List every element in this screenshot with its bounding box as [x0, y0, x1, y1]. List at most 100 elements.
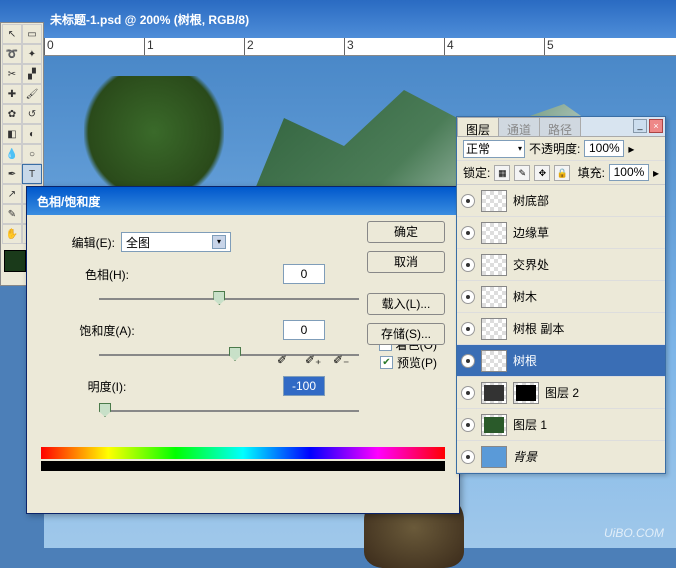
crop-tool-icon[interactable]: ✂ [2, 64, 22, 84]
path-tool-icon[interactable]: ↗ [2, 184, 22, 204]
slice-tool-icon[interactable]: ▞ [22, 64, 42, 84]
saturation-slider-thumb[interactable] [229, 347, 241, 361]
panel-tabs: 图层 通道 路径 _ × [457, 117, 665, 137]
hue-slider-thumb[interactable] [213, 291, 225, 305]
layer-row-background[interactable]: 背景 [457, 441, 665, 473]
lock-all-icon[interactable]: 🔒 [554, 165, 570, 181]
fill-flyout-icon[interactable]: ▸ [653, 166, 659, 180]
hue-spectrum-bar [41, 447, 445, 459]
hue-input[interactable] [283, 264, 325, 284]
lock-pixels-icon[interactable]: ✎ [514, 165, 530, 181]
tab-paths[interactable]: 路径 [539, 117, 581, 136]
blend-mode-select[interactable]: 正常 ▾ [463, 140, 525, 158]
visibility-eye-icon[interactable] [461, 386, 475, 400]
type-tool-icon[interactable]: T [22, 164, 42, 184]
tab-channels[interactable]: 通道 [498, 117, 540, 136]
visibility-eye-icon[interactable] [461, 290, 475, 304]
dropdown-arrow-icon: ▾ [212, 235, 226, 249]
foreground-color-swatch[interactable] [4, 250, 26, 272]
blur-tool-icon[interactable]: 💧 [2, 144, 22, 164]
eyedropper-subtract-icon[interactable]: ✐₋ [333, 353, 349, 369]
eyedropper-add-icon[interactable]: ✐₊ [305, 353, 321, 369]
preview-label: 预览(P) [397, 354, 437, 371]
lightness-slider-thumb[interactable] [99, 403, 111, 417]
heal-tool-icon[interactable]: ✚ [2, 84, 22, 104]
pen-tool-icon[interactable]: ✒ [2, 164, 22, 184]
panel-minimize-icon[interactable]: _ [633, 119, 647, 133]
layer-row[interactable]: 树木 [457, 281, 665, 313]
visibility-eye-icon[interactable] [461, 322, 475, 336]
cancel-button[interactable]: 取消 [367, 251, 445, 273]
lasso-tool-icon[interactable]: ➰ [2, 44, 22, 64]
visibility-eye-icon[interactable] [461, 354, 475, 368]
lock-position-icon[interactable]: ✥ [534, 165, 550, 181]
tab-layers[interactable]: 图层 [457, 117, 499, 136]
load-button[interactable]: 载入(L)... [367, 293, 445, 315]
fill-input[interactable]: 100% [609, 164, 649, 181]
gradient-tool-icon[interactable]: ◐ [22, 124, 42, 144]
opacity-label: 不透明度: [529, 140, 580, 157]
hue-label: 色相(H): [39, 266, 175, 283]
saturation-input[interactable] [283, 320, 325, 340]
visibility-eye-icon[interactable] [461, 226, 475, 240]
visibility-eye-icon[interactable] [461, 194, 475, 208]
marquee-tool-icon[interactable]: ▭ [22, 24, 42, 44]
watermark: UiBO.COM [604, 526, 664, 540]
layer-thumbnail[interactable] [481, 222, 507, 244]
ok-button[interactable]: 确定 [367, 221, 445, 243]
ruler-mark: 1 [144, 38, 244, 55]
visibility-eye-icon[interactable] [461, 450, 475, 464]
save-button[interactable]: 存储(S)... [367, 323, 445, 345]
ruler-mark: 4 [444, 38, 544, 55]
panel-close-icon[interactable]: × [649, 119, 663, 133]
lightness-label: 明度(I): [39, 378, 175, 395]
layer-name: 树根 副本 [513, 320, 661, 337]
opacity-flyout-icon[interactable]: ▸ [628, 142, 634, 156]
layer-thumbnail[interactable] [481, 254, 507, 276]
edit-select[interactable]: 全图 ▾ [121, 232, 231, 252]
layer-thumbnail[interactable] [481, 446, 507, 468]
layers-panel: 图层 通道 路径 _ × 正常 ▾ 不透明度: 100% ▸ 锁定: ▦ ✎ ✥… [456, 116, 666, 474]
history-brush-icon[interactable]: ↺ [22, 104, 42, 124]
layer-thumbnail[interactable] [481, 382, 507, 404]
move-tool-icon[interactable]: ↖ [2, 24, 22, 44]
ruler-mark: 5 [544, 38, 644, 55]
wand-tool-icon[interactable]: ✦ [22, 44, 42, 64]
brush-tool-icon[interactable]: 🖌 [22, 84, 42, 104]
opacity-input[interactable]: 100% [584, 140, 624, 157]
layer-row[interactable]: 图层 1 [457, 409, 665, 441]
layer-name: 背景 [513, 448, 661, 465]
visibility-eye-icon[interactable] [461, 418, 475, 432]
layer-name: 边缘草 [513, 224, 661, 241]
layer-row[interactable]: 图层 2 [457, 377, 665, 409]
preview-checkbox[interactable]: ✔ [380, 356, 393, 369]
layer-thumbnail[interactable] [481, 318, 507, 340]
notes-tool-icon[interactable]: ✎ [2, 204, 22, 224]
layer-row[interactable]: 边缘草 [457, 217, 665, 249]
dodge-tool-icon[interactable]: ○ [22, 144, 42, 164]
layer-name: 交界处 [513, 256, 661, 273]
lightness-slider[interactable] [99, 403, 359, 419]
eyedropper-group: ✐ ✐₊ ✐₋ [277, 353, 349, 369]
ruler-mark: 3 [344, 38, 444, 55]
layer-thumbnail[interactable] [481, 414, 507, 436]
layer-thumbnail[interactable] [481, 286, 507, 308]
layer-row[interactable]: 交界处 [457, 249, 665, 281]
lightness-input[interactable]: -100 [283, 376, 325, 396]
stamp-tool-icon[interactable]: ✿ [2, 104, 22, 124]
layer-row[interactable]: 树底部 [457, 185, 665, 217]
edit-select-value: 全图 [126, 234, 150, 251]
document-title: 未标题-1.psd @ 200% (树根, RGB/8) [50, 11, 249, 28]
layer-row[interactable]: 树根 副本 [457, 313, 665, 345]
layer-thumbnail[interactable] [481, 190, 507, 212]
layer-mask-thumbnail[interactable] [513, 382, 539, 404]
hand-tool-icon[interactable]: ✋ [2, 224, 22, 244]
eyedropper-icon[interactable]: ✐ [277, 353, 293, 369]
dialog-title-bar[interactable]: 色相/饱和度 [27, 187, 459, 215]
layer-row-selected[interactable]: 树根 [457, 345, 665, 377]
visibility-eye-icon[interactable] [461, 258, 475, 272]
lock-transparency-icon[interactable]: ▦ [494, 165, 510, 181]
hue-slider[interactable] [99, 291, 359, 307]
layer-thumbnail[interactable] [481, 350, 507, 372]
eraser-tool-icon[interactable]: ◧ [2, 124, 22, 144]
